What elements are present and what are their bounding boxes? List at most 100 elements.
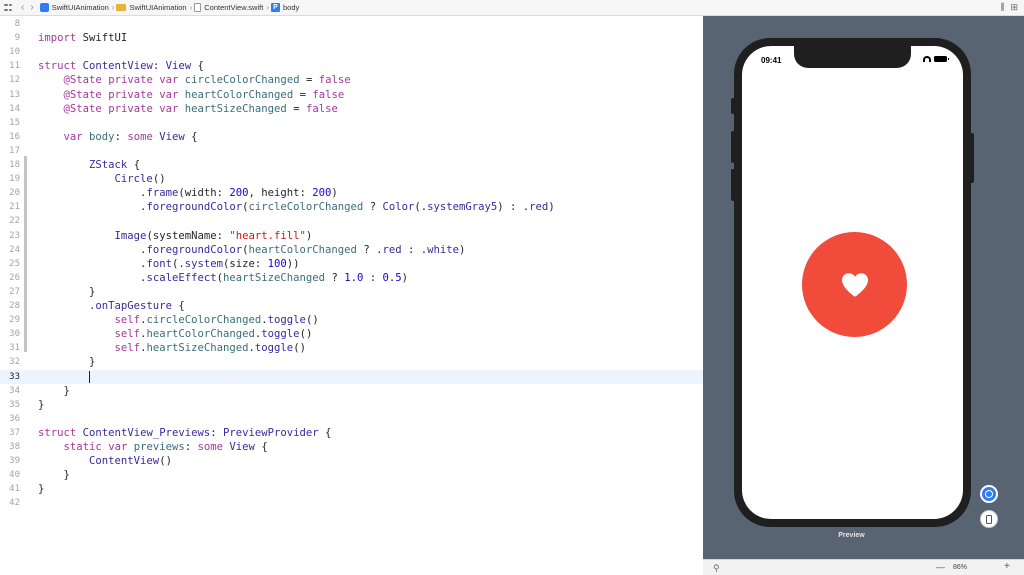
status-icons xyxy=(923,56,949,62)
code-text[interactable]: Image(systemName: "heart.fill") xyxy=(38,229,313,243)
code-line[interactable]: 19 Circle() xyxy=(0,172,703,186)
code-line[interactable]: 33 xyxy=(0,369,703,384)
code-line[interactable]: 11 struct ContentView: View { xyxy=(0,59,703,73)
code-text[interactable]: .scaleEffect(heartSizeChanged ? 1.0 : 0.… xyxy=(38,271,408,285)
device-mute-switch xyxy=(731,98,735,114)
code-text[interactable]: } xyxy=(38,285,95,299)
code-line[interactable]: 8 xyxy=(0,17,703,31)
breadcrumb-group[interactable]: SwiftUIAnimation xyxy=(116,3,187,12)
code-text[interactable]: struct ContentView_Previews: PreviewProv… xyxy=(38,426,331,440)
device-settings-button[interactable] xyxy=(980,510,998,528)
line-number: 22 xyxy=(9,216,20,227)
code-line[interactable]: 27 } xyxy=(0,285,703,299)
code-text[interactable]: ContentView() xyxy=(38,454,172,468)
code-line[interactable]: 41} xyxy=(0,482,703,496)
code-line[interactable]: 31 self.heartSizeChanged.toggle() xyxy=(0,341,703,355)
code-line[interactable]: 10 xyxy=(0,45,703,59)
code-line[interactable]: 34 } xyxy=(0,384,703,398)
code-line[interactable]: 25 .font(.system(size: 100)) xyxy=(0,257,703,271)
code-line[interactable]: 21 .foregroundColor(circleColorChanged ?… xyxy=(0,200,703,214)
breadcrumb-symbol[interactable]: P body xyxy=(270,3,299,12)
code-line[interactable]: 13 @State private var heartColorChanged … xyxy=(0,88,703,102)
code-line[interactable]: 42 xyxy=(0,496,703,510)
add-editor-icon[interactable]: ⊞ xyxy=(1010,2,1018,13)
preview-label: Preview xyxy=(838,532,865,539)
code-line[interactable]: 16 var body: some View { xyxy=(0,130,703,144)
code-text[interactable]: } xyxy=(38,468,70,482)
code-line[interactable]: 28 .onTapGesture { xyxy=(0,299,703,313)
line-number: 29 xyxy=(9,315,20,326)
line-number: 42 xyxy=(9,498,20,509)
live-preview-button[interactable] xyxy=(980,485,998,503)
breadcrumb-file[interactable]: ContentView.swift xyxy=(194,3,263,12)
zoom-out-button[interactable]: — xyxy=(936,562,945,572)
code-line[interactable]: 36 xyxy=(0,412,703,426)
code-text[interactable] xyxy=(38,370,91,384)
line-number: 30 xyxy=(9,329,20,340)
app-project-icon xyxy=(39,3,49,12)
code-line[interactable]: 22 xyxy=(0,214,703,228)
preview-canvas[interactable]: 09:41 Preview xyxy=(703,16,1024,559)
code-text[interactable]: .onTapGesture { xyxy=(38,299,185,313)
code-text[interactable]: struct ContentView: View { xyxy=(38,59,204,73)
code-text[interactable]: import SwiftUI xyxy=(38,31,127,45)
line-number: 16 xyxy=(9,131,20,142)
line-number: 26 xyxy=(9,272,20,283)
zoom-level[interactable]: 86% xyxy=(953,564,967,571)
code-text[interactable]: static var previews: some View { xyxy=(38,440,268,454)
code-line[interactable]: 38 static var previews: some View { xyxy=(0,440,703,454)
code-text[interactable]: @State private var circleColorChanged = … xyxy=(38,73,351,87)
source-editor[interactable]: 8 9 import SwiftUI 10 11 struct ContentView: … xyxy=(0,16,703,575)
line-number: 39 xyxy=(9,456,20,467)
code-line[interactable]: 30 self.heartColorChanged.toggle() xyxy=(0,327,703,341)
back-arrow-icon[interactable]: ‹ xyxy=(21,2,24,13)
code-text[interactable]: Circle() xyxy=(38,172,166,186)
code-line[interactable]: 23 Image(systemName: "heart.fill") xyxy=(0,229,703,243)
code-line[interactable]: 20 .frame(width: 200, height: 200) xyxy=(0,186,703,200)
code-line[interactable]: 32 } xyxy=(0,355,703,369)
code-line[interactable]: 15 xyxy=(0,116,703,130)
code-line[interactable]: 40 } xyxy=(0,468,703,482)
line-number: 23 xyxy=(9,230,20,241)
code-line[interactable]: 14 @State private var heartSizeChanged =… xyxy=(0,102,703,116)
code-review-icon[interactable]: ⫼ xyxy=(1000,2,1004,13)
forward-arrow-icon[interactable]: › xyxy=(30,2,33,13)
code-text[interactable]: @State private var heartColorChanged = f… xyxy=(38,88,345,102)
code-text[interactable]: ZStack { xyxy=(38,158,140,172)
code-line[interactable]: 37 struct ContentView_Previews: PreviewPr… xyxy=(0,426,703,440)
code-line[interactable]: 17 xyxy=(0,144,703,158)
code-text[interactable]: self.circleColorChanged.toggle() xyxy=(38,313,319,327)
code-text[interactable]: self.heartColorChanged.toggle() xyxy=(38,327,313,341)
code-text[interactable]: } xyxy=(38,355,95,369)
breadcrumb-project[interactable]: SwiftUIAnimation xyxy=(39,3,109,12)
line-number: 18 xyxy=(9,160,20,170)
line-number: 9 xyxy=(14,33,20,44)
red-circle[interactable] xyxy=(802,232,907,337)
live-preview-icon xyxy=(985,490,993,498)
code-line[interactable]: 9 import SwiftUI xyxy=(0,31,703,45)
line-number: 13 xyxy=(9,89,20,100)
code-line[interactable]: 24 .foregroundColor(heartColorChanged ? … xyxy=(0,243,703,257)
code-text[interactable]: .foregroundColor(circleColorChanged ? Co… xyxy=(38,200,555,214)
line-number: 33 xyxy=(9,371,20,382)
code-line[interactable]: 35} xyxy=(0,398,703,412)
code-line[interactable]: 29 self.circleColorChanged.toggle() xyxy=(0,313,703,327)
code-text[interactable]: .font(.system(size: 100)) xyxy=(38,257,300,271)
pin-icon[interactable]: ⚲ xyxy=(713,563,720,574)
code-text[interactable]: .frame(width: 200, height: 200) xyxy=(38,186,338,200)
code-line[interactable]: 18 ZStack { xyxy=(0,158,703,172)
code-text[interactable]: var body: some View { xyxy=(38,130,198,144)
code-text[interactable]: .foregroundColor(heartColorChanged ? .re… xyxy=(38,243,465,257)
code-line[interactable]: 12 @State private var circleColorChanged… xyxy=(0,73,703,87)
code-text[interactable]: self.heartSizeChanged.toggle() xyxy=(38,341,306,355)
related-items-icon[interactable] xyxy=(4,4,12,12)
code-text[interactable]: @State private var heartSizeChanged = fa… xyxy=(38,102,338,116)
code-text[interactable]: } xyxy=(38,384,70,398)
device-volume-down xyxy=(731,169,735,201)
code-line[interactable]: 26 .scaleEffect(heartSizeChanged ? 1.0 :… xyxy=(0,271,703,285)
code-line[interactable]: 39 ContentView() xyxy=(0,454,703,468)
zoom-in-button[interactable]: + xyxy=(1004,561,1010,572)
line-number: 24 xyxy=(9,244,20,255)
code-text[interactable]: } xyxy=(38,398,44,412)
code-text[interactable]: } xyxy=(38,482,44,496)
